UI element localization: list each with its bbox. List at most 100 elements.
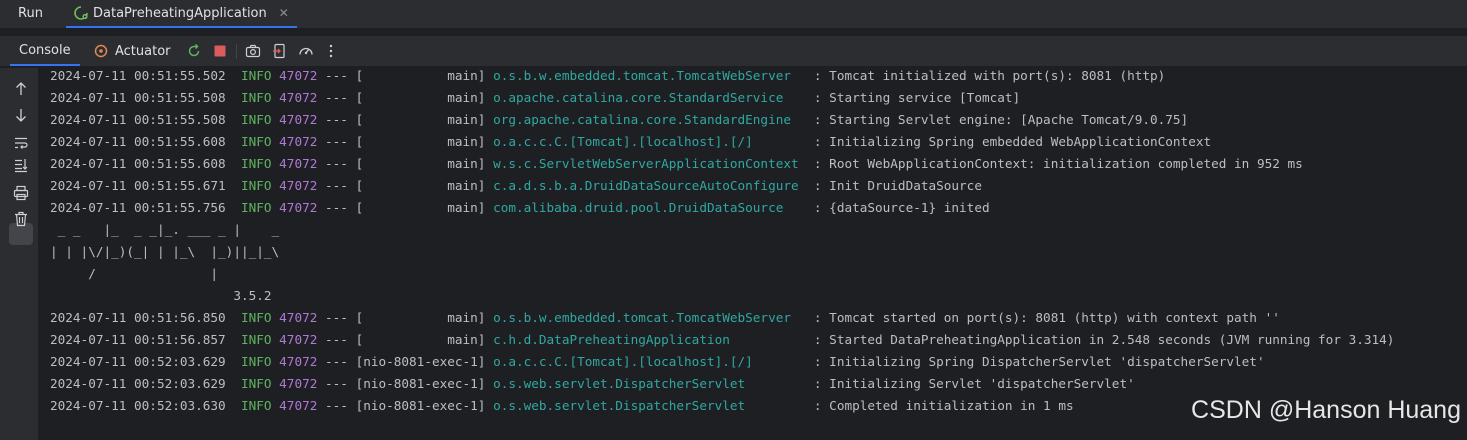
log-message: : Tomcat initialized with port(s): 8081 … <box>813 68 1166 83</box>
log-timestamp: 2024-07-11 00:51:55.671 <box>50 178 226 193</box>
log-logger: c.a.d.s.b.a.DruidDataSourceAutoConfigure <box>493 178 807 193</box>
log-line: 2024-07-11 00:51:55.671 INFO 47072 --- [… <box>50 175 1394 197</box>
more-options-icon[interactable] <box>323 43 339 59</box>
banner-line: 3.5.2 <box>50 288 272 303</box>
log-thread: [ main] <box>355 332 486 347</box>
log-line: 2024-07-11 00:51:55.756 INFO 47072 --- [… <box>50 197 1394 219</box>
log-pid: 47072 <box>279 112 318 127</box>
log-level: INFO <box>240 310 272 325</box>
log-message: : Init DruidDataSource <box>813 178 982 193</box>
log-timestamp: 2024-07-11 00:51:56.857 <box>50 332 226 347</box>
log-message: : Root WebApplicationContext: initializa… <box>813 156 1303 171</box>
gauge-icon[interactable] <box>298 43 314 59</box>
log-level: INFO <box>240 398 272 413</box>
log-pid: 47072 <box>279 178 318 193</box>
log-thread: [ main] <box>355 156 486 171</box>
log-timestamp: 2024-07-11 00:52:03.629 <box>50 376 226 391</box>
print-icon[interactable] <box>13 185 29 201</box>
tab-actuator[interactable]: Actuator <box>93 36 171 66</box>
log-logger: o.a.c.c.C.[Tomcat].[localhost].[/] <box>493 354 807 369</box>
arrow-up-icon[interactable] <box>13 81 29 97</box>
log-lines: 2024-07-11 00:51:55.502 INFO 47072 --- [… <box>50 65 1394 417</box>
rerun-icon[interactable] <box>186 43 202 59</box>
log-level: INFO <box>240 90 272 105</box>
log-timestamp: 2024-07-11 00:51:55.508 <box>50 90 226 105</box>
log-pid: 47072 <box>279 398 318 413</box>
log-line: 2024-07-11 00:51:55.508 INFO 47072 --- [… <box>50 109 1394 131</box>
console-output[interactable]: 2024-07-11 00:51:55.502 INFO 47072 --- [… <box>38 68 1467 440</box>
tab-label: DataPreheatingApplication <box>93 5 267 21</box>
arrow-down-icon[interactable] <box>13 107 29 123</box>
log-pid: 47072 <box>279 376 318 391</box>
log-line: 2024-07-11 00:52:03.629 INFO 47072 --- [… <box>50 351 1394 373</box>
log-timestamp: 2024-07-11 00:51:56.850 <box>50 310 226 325</box>
log-logger: o.s.web.servlet.DispatcherServlet <box>493 398 807 413</box>
close-icon[interactable]: ✕ <box>279 6 289 20</box>
log-line: 2024-07-11 00:51:55.502 INFO 47072 --- [… <box>50 65 1394 87</box>
log-level: INFO <box>240 68 272 83</box>
log-timestamp: 2024-07-11 00:52:03.630 <box>50 398 226 413</box>
tab-data-preheating-application[interactable]: DataPreheatingApplication ✕ <box>66 0 297 28</box>
actuator-tab-label: Actuator <box>115 43 171 59</box>
log-thread: [nio-8081-exec-1] <box>355 376 486 391</box>
log-separator: --- <box>325 68 348 83</box>
log-timestamp: 2024-07-11 00:51:55.502 <box>50 68 226 83</box>
log-pid: 47072 <box>279 354 318 369</box>
log-line: 2024-07-11 00:51:56.857 INFO 47072 --- [… <box>50 329 1394 351</box>
log-separator: --- <box>325 354 348 369</box>
actuator-icon <box>94 44 108 58</box>
log-logger: o.apache.catalina.core.StandardService <box>493 90 807 105</box>
log-separator: --- <box>325 376 348 391</box>
log-pid: 47072 <box>279 310 318 325</box>
log-timestamp: 2024-07-11 00:51:55.608 <box>50 156 226 171</box>
banner-line: | | |\/|_)(_| | |_\ |_)||_|_\ <box>50 244 280 259</box>
log-thread: [ main] <box>355 112 486 127</box>
trash-icon[interactable] <box>13 211 29 227</box>
log-logger: com.alibaba.druid.pool.DruidDataSource <box>493 200 807 215</box>
log-line: 2024-07-11 00:51:55.608 INFO 47072 --- [… <box>50 131 1394 153</box>
log-separator: --- <box>325 178 348 193</box>
log-separator: --- <box>325 134 348 149</box>
log-message: : Initializing Spring DispatcherServlet … <box>813 354 1265 369</box>
log-thread: [ main] <box>355 178 486 193</box>
spring-boot-run-icon <box>74 6 88 20</box>
soft-wrap-icon[interactable] <box>13 135 29 151</box>
log-line: 2024-07-11 00:52:03.629 INFO 47072 --- [… <box>50 373 1394 395</box>
log-separator: --- <box>325 90 348 105</box>
log-logger: o.s.b.w.embedded.tomcat.TomcatWebServer <box>493 310 807 325</box>
log-line: 2024-07-11 00:51:56.850 INFO 47072 --- [… <box>50 307 1394 329</box>
log-logger: w.s.c.ServletWebServerApplicationContext <box>493 156 807 171</box>
camera-icon[interactable] <box>245 43 261 59</box>
exit-icon[interactable] <box>272 43 288 59</box>
log-level: INFO <box>240 354 272 369</box>
log-level: INFO <box>240 134 272 149</box>
log-thread: [ main] <box>355 310 486 325</box>
log-level: INFO <box>240 178 272 193</box>
scroll-to-end-icon[interactable] <box>13 157 29 173</box>
log-thread: [ main] <box>355 68 486 83</box>
console-toolbar: Console Actuator <box>0 36 1467 66</box>
log-message: : Initializing Spring embedded WebApplic… <box>813 134 1212 149</box>
log-separator: --- <box>325 310 348 325</box>
banner-line: _ _ |_ _ _|_. ___ _ | _ <box>50 222 280 237</box>
run-tool-window-title: Run <box>18 6 43 21</box>
watermark: CSDN @Hanson Huang <box>1191 396 1461 424</box>
stop-icon[interactable] <box>212 43 228 59</box>
log-level: INFO <box>240 332 272 347</box>
log-level: INFO <box>240 200 272 215</box>
log-logger: o.s.b.w.embedded.tomcat.TomcatWebServer <box>493 68 807 83</box>
log-thread: [nio-8081-exec-1] <box>355 398 486 413</box>
tab-console[interactable]: Console <box>10 36 80 66</box>
log-pid: 47072 <box>279 68 318 83</box>
log-timestamp: 2024-07-11 00:51:55.608 <box>50 134 226 149</box>
log-timestamp: 2024-07-11 00:52:03.629 <box>50 354 226 369</box>
log-separator: --- <box>325 200 348 215</box>
toolbar-divider <box>236 44 237 59</box>
log-pid: 47072 <box>279 134 318 149</box>
log-logger: o.a.c.c.C.[Tomcat].[localhost].[/] <box>493 134 807 149</box>
log-message: : Completed initialization in 1 ms <box>813 398 1074 413</box>
log-message: : Initializing Servlet 'dispatcherServle… <box>813 376 1135 391</box>
log-timestamp: 2024-07-11 00:51:55.756 <box>50 200 226 215</box>
log-message: : {dataSource-1} inited <box>813 200 990 215</box>
banner-line: / | <box>50 266 219 281</box>
